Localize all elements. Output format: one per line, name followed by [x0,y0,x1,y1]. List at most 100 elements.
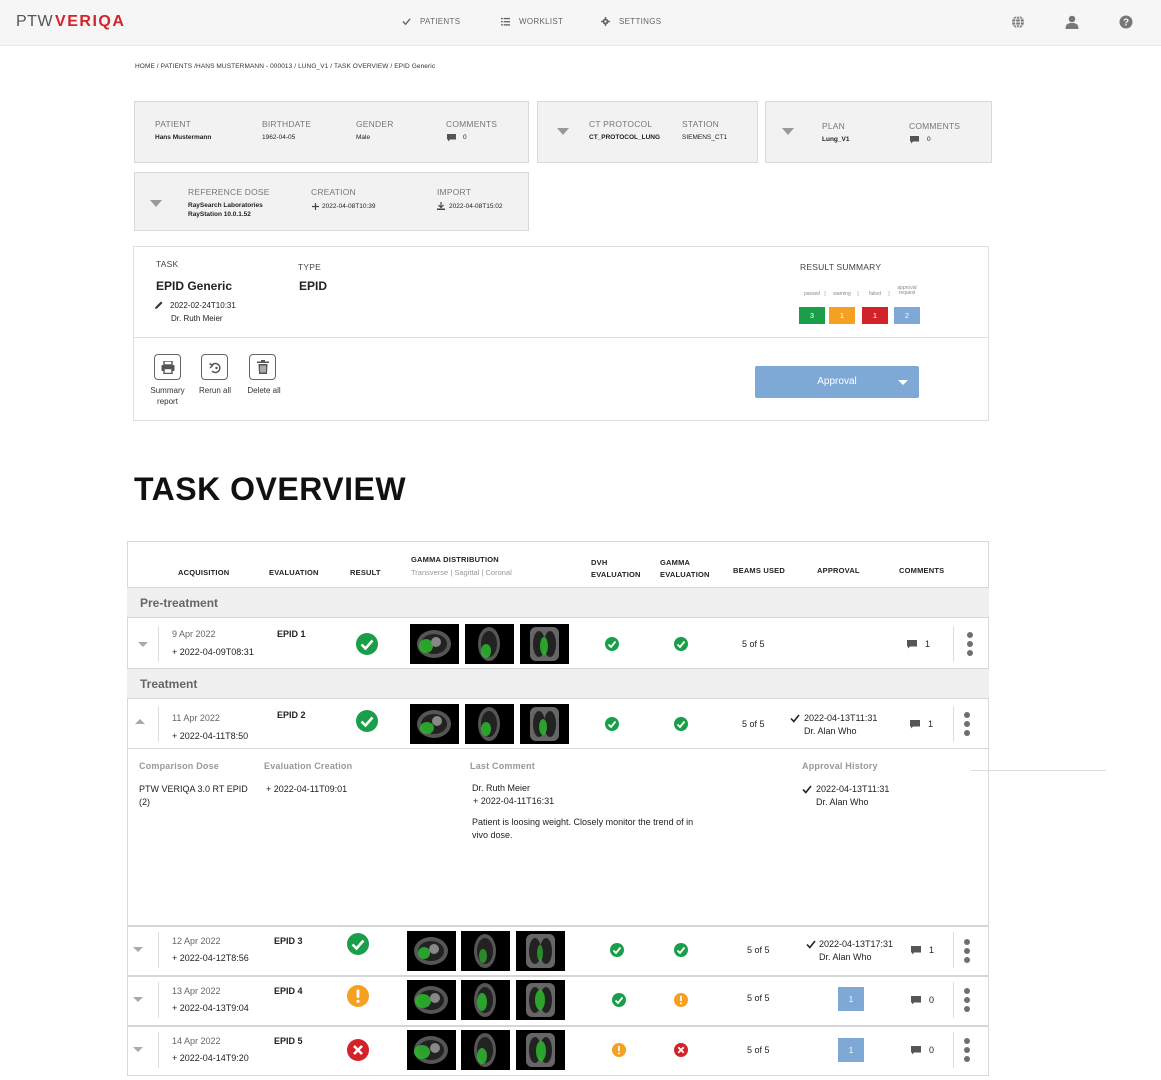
header-gamma-evaluation[interactable]: GAMMA EVALUATION [660,557,710,581]
evaluation-name[interactable]: EPID 2 [277,710,306,720]
acquisition-created: + 2022-04-09T08:31 [172,647,254,657]
chevron-down-icon[interactable] [782,128,794,135]
transverse-thumbnail[interactable] [407,1030,456,1070]
comment-icon[interactable] [447,134,456,142]
acquisition-date: 12 Apr 2022 [172,936,221,946]
gamma-passed-icon [674,717,688,731]
transverse-thumbnail[interactable] [407,980,456,1020]
coronal-thumbnail[interactable] [516,980,565,1020]
sagittal-thumbnail[interactable] [465,624,514,664]
delete-all-button[interactable] [249,354,276,380]
beams-used: 5 of 5 [742,639,765,649]
chevron-down-icon[interactable] [898,380,908,385]
sagittal-thumbnail[interactable] [461,980,510,1020]
last-comment-label: Last Comment [470,761,535,771]
user-icon[interactable] [1065,15,1079,29]
beams-used: 5 of 5 [747,993,770,1003]
evaluation-name[interactable]: EPID 5 [274,1036,303,1046]
header-beams-used[interactable]: BEAMS USED [733,566,785,575]
transverse-thumbnail[interactable] [410,704,459,744]
download-icon [437,202,445,210]
breadcrumb[interactable]: HOME / PATIENTS /HANS MUSTERMANN - 00001… [135,63,435,70]
creation-label: CREATION [311,187,356,197]
plan-comments-count: 0 [927,136,931,143]
gamma-failed-icon [674,1043,688,1057]
gamma-warning-icon [674,993,688,1007]
coronal-thumbnail[interactable] [516,1030,565,1070]
header-acquisition[interactable]: ACQUISITION [178,568,229,577]
evaluation-name[interactable]: EPID 3 [274,936,303,946]
sagittal-thumbnail[interactable] [461,1030,510,1070]
comment-icon[interactable] [910,136,919,144]
beams-used: 5 of 5 [747,945,770,955]
pencil-icon[interactable] [155,301,163,309]
birthdate-value: 1962-04-05 [262,134,296,141]
header-result[interactable]: RESULT [350,568,381,577]
result-summary-label: RESULT SUMMARY [800,262,882,272]
more-options-icon[interactable] [964,1038,970,1062]
comments-cell[interactable]: 1 [911,945,934,955]
comments-cell[interactable]: 1 [910,719,933,729]
failed-icon [347,1039,369,1061]
acquisition-date: 14 Apr 2022 [172,1036,221,1046]
task-edited-date: 2022-02-24T10:31 [170,301,236,310]
comments-cell[interactable]: 0 [911,1045,934,1055]
ct-protocol-card [537,101,758,163]
header-evaluation[interactable]: EVALUATION [269,568,319,577]
expand-chevron-icon[interactable] [133,1047,143,1052]
transverse-thumbnail[interactable] [410,624,459,664]
creation-value: 2022-04-08T10:39 [322,203,376,210]
coronal-thumbnail[interactable] [520,704,569,744]
evaluation-name[interactable]: EPID 4 [274,986,303,996]
header-gamma-distribution[interactable]: GAMMA DISTRIBUTION [411,555,499,564]
approval-request-badge[interactable]: 1 [838,987,864,1011]
more-options-icon[interactable] [964,712,970,736]
expand-chevron-icon[interactable] [138,642,148,647]
globe-icon[interactable] [1011,15,1025,29]
svg-text:?: ? [1123,18,1129,29]
approval-request-badge[interactable]: 1 [838,1038,864,1062]
comments-cell[interactable]: 1 [907,639,930,649]
sagittal-thumbnail[interactable] [465,704,514,744]
chevron-down-icon[interactable] [557,128,569,135]
comparison-dose-label: Comparison Dose [139,761,220,771]
evaluation-name[interactable]: EPID 1 [277,629,306,639]
acquisition-date: 9 Apr 2022 [172,629,216,639]
coronal-thumbnail[interactable] [520,624,569,664]
help-icon[interactable]: ? [1119,15,1133,29]
nav-settings[interactable]: SETTINGS [601,17,661,26]
more-options-icon[interactable] [964,988,970,1012]
more-options-icon[interactable] [964,939,970,963]
sagittal-thumbnail[interactable] [461,931,510,971]
evaluation-creation-value: + 2022-04-11T09:01 [266,784,348,794]
approval-button[interactable]: Approval [755,366,919,398]
nav-worklist[interactable]: WORKLIST [501,17,563,26]
summary-report-button[interactable] [154,354,181,380]
reference-dose-version: RayStation 10.0.1.52 [188,211,251,218]
warning-label: warning [833,291,851,297]
expand-chevron-icon[interactable] [133,947,143,952]
more-options-icon[interactable] [967,632,973,656]
coronal-thumbnail[interactable] [516,931,565,971]
type-label: TYPE [298,262,322,272]
transverse-thumbnail[interactable] [407,931,456,971]
rerun-all-button[interactable] [201,354,228,380]
expand-chevron-icon[interactable] [133,997,143,1002]
page-title: TASK OVERVIEW [134,471,407,507]
beams-used: 5 of 5 [747,1045,770,1055]
ptw-veriqa-logo[interactable]: PTW VERIQA [16,13,125,31]
collapse-chevron-icon[interactable] [135,719,145,724]
section-pre-treatment: Pre-treatment [127,587,989,618]
comment-icon [911,1045,921,1054]
nav-patients[interactable]: PATIENTS [402,17,460,26]
task-label: TASK [156,259,179,269]
header-comments[interactable]: COMMENTS [899,566,944,575]
passed-count-badge: 3 [799,307,825,324]
comments-cell[interactable]: 0 [911,995,934,1005]
approved-check-icon [806,940,816,949]
check-icon [402,18,411,26]
chevron-down-icon[interactable] [150,200,162,207]
header-dvh-evaluation[interactable]: DVH EVALUATION [591,557,641,581]
last-comment-text: Patient is loosing weight. Closely monit… [472,817,694,840]
header-approval[interactable]: APPROVAL [817,566,860,575]
